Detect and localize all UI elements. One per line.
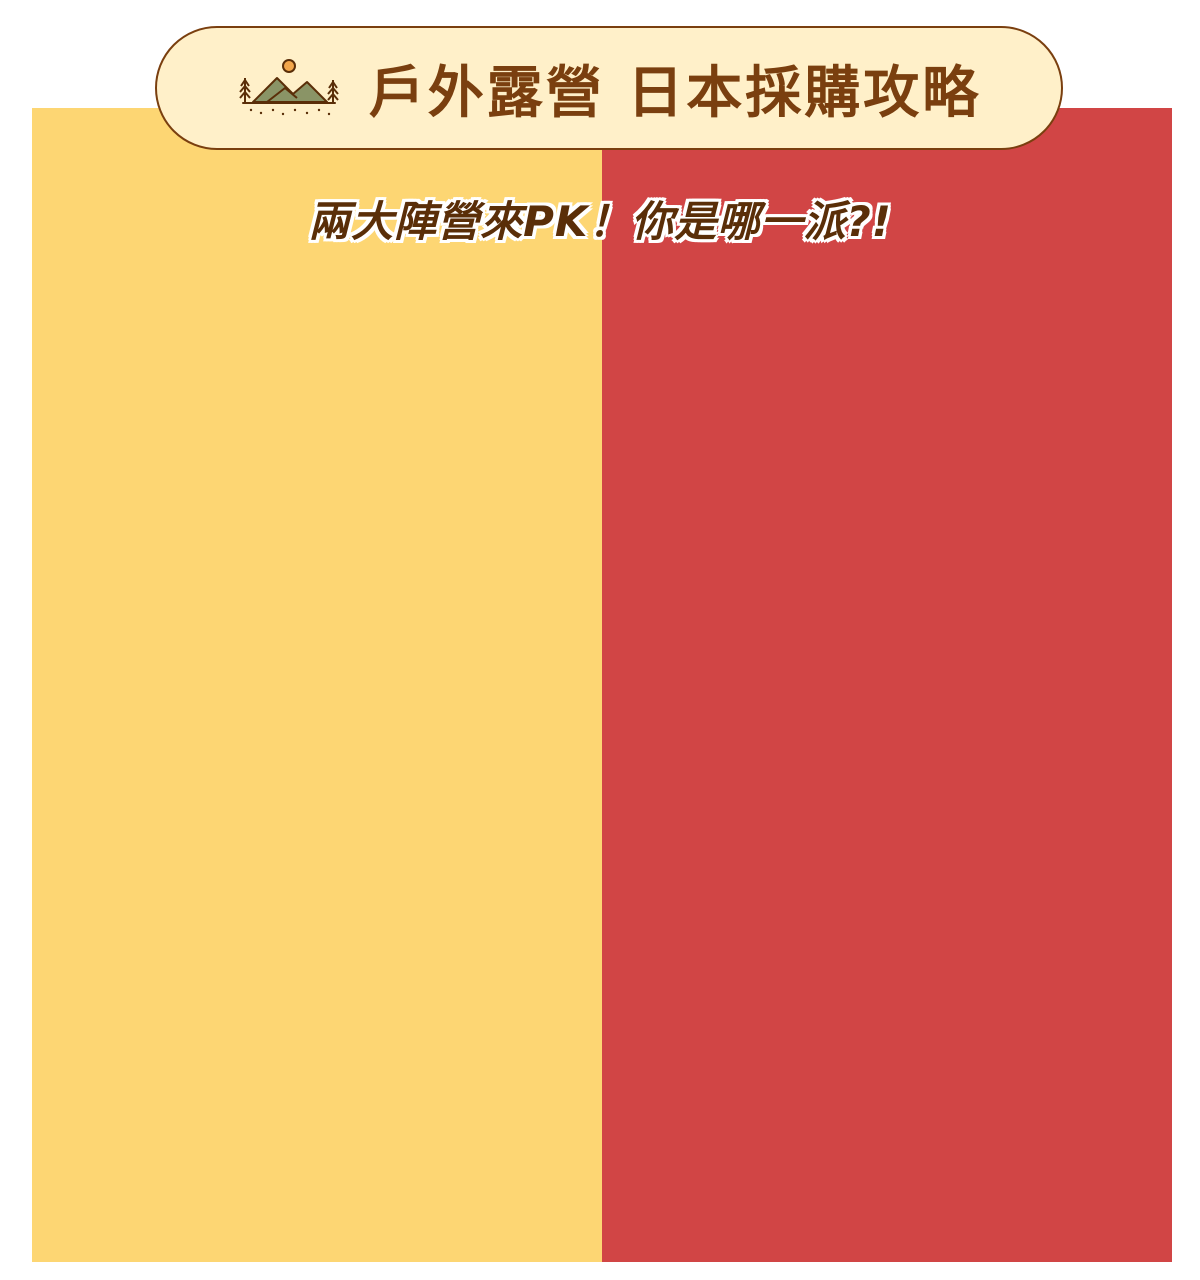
- subtitle: 兩大陣營來PK！你是哪一派?!: [308, 197, 892, 246]
- right-panel: [602, 108, 1172, 1262]
- page: 戶外露營 日本採購攻略 兩大陣營來PK！你是哪一派?!: [0, 0, 1200, 1280]
- split-panels: [32, 108, 1172, 1262]
- page-title: 戶外露營 日本採購攻略: [368, 60, 982, 126]
- title-banner: 戶外露營 日本採購攻略: [155, 26, 1063, 150]
- mountain-camp-icon: [238, 59, 339, 116]
- left-panel: [32, 108, 602, 1262]
